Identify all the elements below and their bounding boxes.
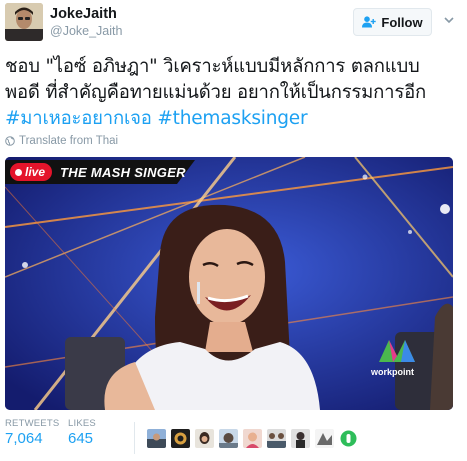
tweet-stats: RETWEETS 7,064 LIKES 645: [5, 418, 453, 460]
liker-avatar[interactable]: [315, 429, 334, 448]
follow-button[interactable]: Follow: [353, 8, 432, 36]
translate-label: Translate from Thai: [19, 135, 119, 147]
liker-avatar[interactable]: [147, 429, 166, 448]
author-display-name[interactable]: JokeJaith: [50, 5, 122, 23]
live-banner: live THE MASH SINGER: [5, 160, 195, 184]
retweet-count[interactable]: RETWEETS 7,064: [5, 418, 59, 449]
liker-avatar[interactable]: [219, 429, 238, 448]
like-count[interactable]: LIKES 645: [68, 418, 96, 449]
live-label: live: [25, 165, 46, 179]
tweet-header: JokeJaith @Joke_Jaith Follow: [5, 3, 462, 43]
add-user-icon: [362, 16, 377, 28]
globe-icon: [5, 136, 15, 146]
likes-label: LIKES: [68, 418, 96, 429]
liker-avatar[interactable]: [267, 429, 286, 448]
live-dot-icon: [15, 168, 22, 176]
avatar[interactable]: [5, 3, 43, 41]
follow-label: Follow: [381, 14, 423, 30]
chevron-down-icon[interactable]: [442, 13, 456, 27]
live-badge: live: [10, 163, 53, 181]
tweet-body: ชอบ "ไอซ์ อภิษฎา" วิเคราะห์แบบมีหลักการ …: [5, 56, 426, 103]
liker-avatar[interactable]: [339, 429, 358, 448]
retweets-label: RETWEETS: [5, 418, 60, 429]
translate-link[interactable]: Translate from Thai: [5, 135, 118, 147]
show-title: THE MASH SINGER: [60, 164, 186, 180]
liker-avatars: [147, 429, 358, 448]
liker-avatar[interactable]: [291, 429, 310, 448]
hashtag-link[interactable]: #มาเหอะอยากเจอ: [5, 108, 152, 129]
author-handle[interactable]: @Joke_Jaith: [50, 23, 122, 39]
liker-avatar[interactable]: [243, 429, 262, 448]
workpoint-logo-text: workpoint: [371, 367, 414, 377]
author-block: JokeJaith @Joke_Jaith: [50, 5, 122, 39]
tweet-media-image[interactable]: live THE MASH SINGER workpoint: [5, 157, 453, 410]
tweet-text: ชอบ "ไอซ์ อภิษฎา" วิเคราะห์แบบมีหลักการ …: [5, 54, 445, 132]
stats-divider: [134, 422, 135, 454]
liker-avatar[interactable]: [195, 429, 214, 448]
likes-value: 645: [68, 430, 94, 447]
retweets-value: 7,064: [5, 430, 43, 447]
hashtag-link[interactable]: #themasksinger: [157, 108, 307, 129]
liker-avatar[interactable]: [171, 429, 190, 448]
